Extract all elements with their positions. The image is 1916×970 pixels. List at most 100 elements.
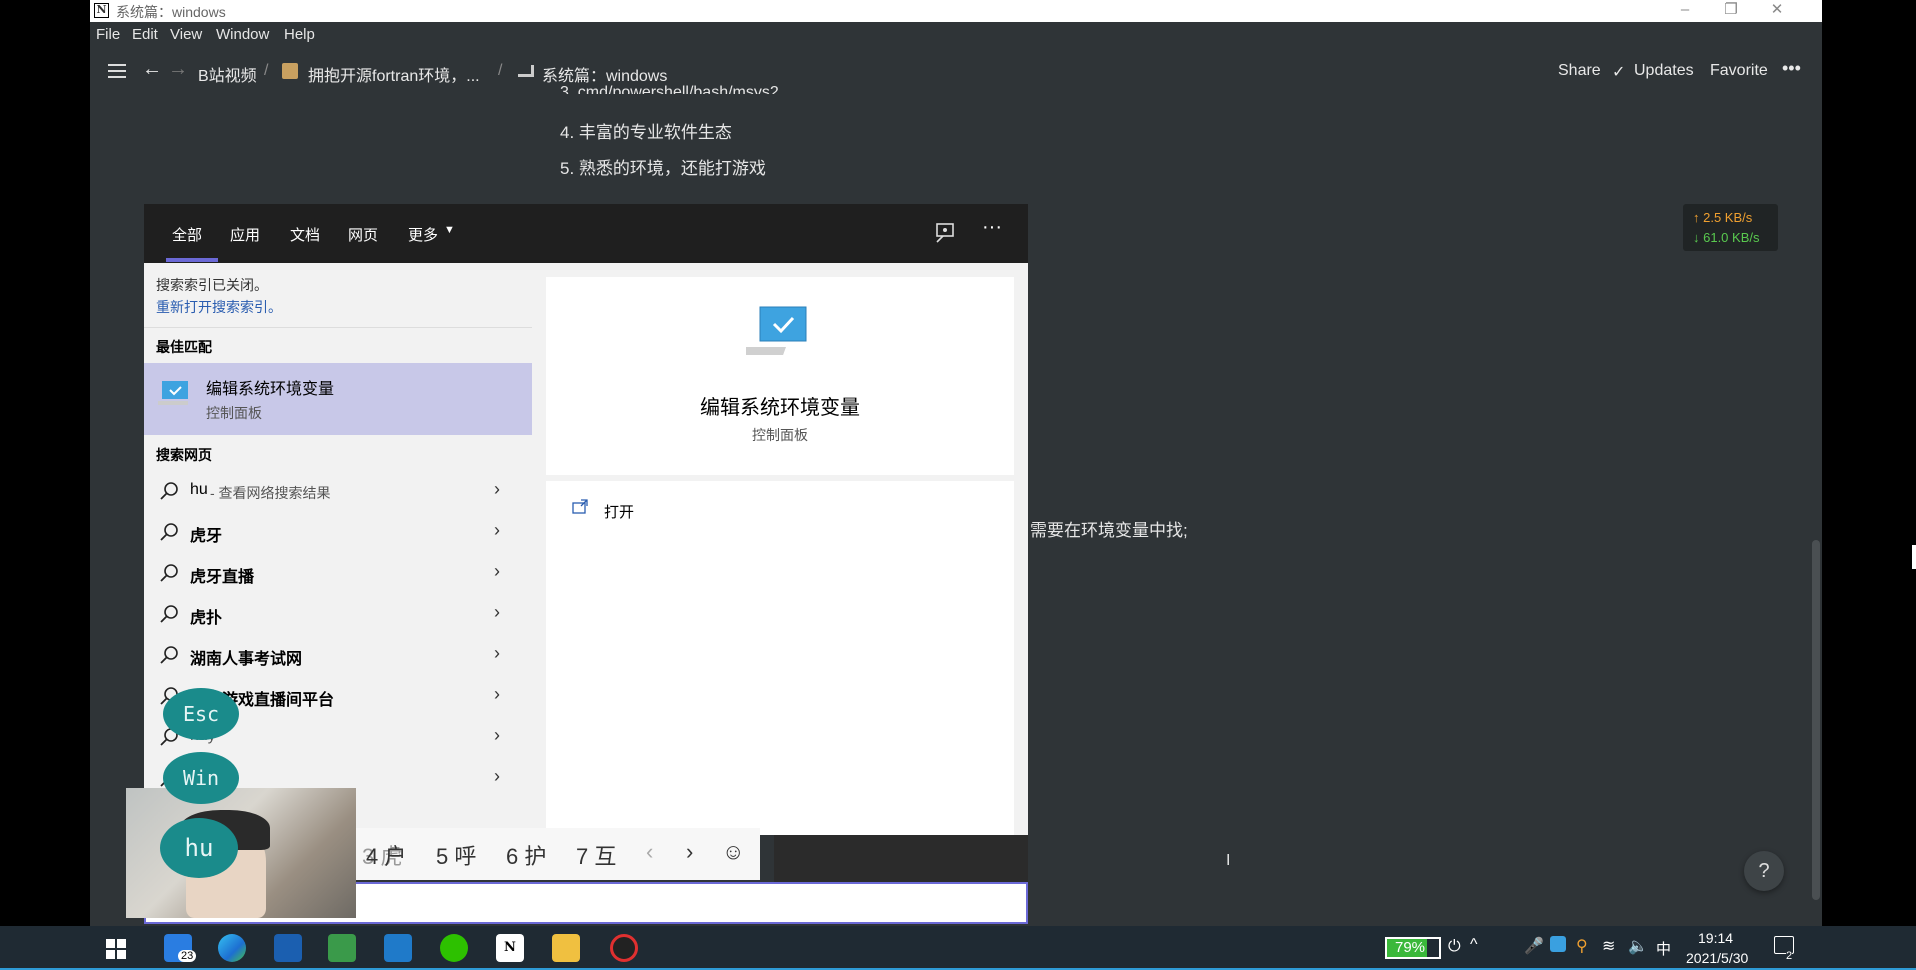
ime-candidate[interactable]: 4 户 — [366, 839, 406, 871]
ime-candidate[interactable]: 7 互 — [576, 839, 616, 871]
search-icon — [160, 605, 178, 623]
share-button[interactable]: Share — [1558, 62, 1601, 80]
tab-apps[interactable]: 应用 — [230, 224, 260, 245]
clock-date[interactable]: 2021/5/30 — [1686, 950, 1748, 966]
updates-button[interactable]: Updates — [1634, 62, 1694, 80]
clock-time[interactable]: 19:14 — [1698, 930, 1733, 946]
network-speed-widget: ↑ 2.5 KB/s ↓ 61.0 KB/s — [1683, 204, 1778, 251]
close-button[interactable]: ✕ — [1754, 0, 1800, 22]
ime-prev-page-icon[interactable]: ‹ — [646, 839, 653, 865]
back-arrow-icon[interactable]: ← — [142, 58, 162, 81]
title-bar: N 系统篇：windows – ❐ ✕ — [90, 0, 1822, 22]
minimize-button[interactable]: – — [1662, 0, 1708, 22]
sidebar-toggle-icon[interactable] — [108, 63, 126, 79]
menu-file[interactable]: File — [96, 26, 120, 43]
editor-app-icon[interactable] — [328, 934, 356, 962]
paragraph-text[interactable]: 需要在环境变量中找; — [1030, 516, 1188, 541]
web-result-row[interactable]: hu - 查看网络搜索结果 › — [144, 471, 532, 511]
upload-speed: ↑ 2.5 KB/s — [1693, 210, 1753, 225]
screen-recorder-icon[interactable] — [610, 934, 638, 962]
battery-indicator[interactable]: 79% — [1385, 937, 1441, 959]
scrollbar[interactable] — [1812, 540, 1820, 900]
preview-card: 编辑系统环境变量 控制面板 — [546, 277, 1014, 475]
chevron-right-icon: › — [494, 684, 500, 704]
best-match-title: 编辑系统环境变量 — [206, 381, 335, 398]
search-icon — [160, 564, 178, 582]
download-speed: ↓ 61.0 KB/s — [1693, 230, 1760, 245]
more-options-icon[interactable]: ··· — [982, 216, 1002, 239]
taskbar: 23 N 79% ⏻ ^ 🎤 ⚲ ≋ 🔈 中 19:14 2021/5/30 2 — [0, 926, 1916, 970]
help-button[interactable]: ? — [1744, 851, 1784, 891]
tab-documents[interactable]: 文档 — [290, 224, 320, 245]
search-results-list: 搜索索引已关闭。 重新打开搜索索引。 最佳匹配 编辑系统环境变量 控制面板 搜索… — [144, 263, 532, 835]
menu-view[interactable]: View — [170, 26, 202, 43]
file-explorer-icon[interactable] — [552, 934, 580, 962]
restore-button[interactable]: ❐ — [1708, 0, 1754, 22]
wechat-icon[interactable] — [440, 934, 468, 962]
breadcrumb-bilibili[interactable]: B站视频 — [198, 62, 257, 86]
check-icon: ✓ — [1612, 64, 1626, 81]
notion-app-icon[interactable]: N — [496, 934, 524, 962]
todo-badge: 23 — [178, 950, 197, 962]
powershell-icon[interactable] — [274, 934, 302, 962]
search-icon — [160, 646, 178, 664]
windows-start-icon[interactable] — [106, 939, 126, 959]
preview-subtitle: 控制面板 — [752, 427, 808, 443]
search-icon — [160, 523, 178, 541]
ime-mode-indicator[interactable]: 中 — [1656, 938, 1671, 959]
menu-help[interactable]: Help — [284, 26, 315, 43]
list-item[interactable]: 5. 熟悉的环境，还能打游戏 — [560, 154, 766, 179]
plug-icon: ⏻ — [1448, 938, 1461, 955]
notification-count: 2 — [1786, 950, 1793, 962]
breadcrumb-current[interactable]: 系统篇：windows — [542, 62, 667, 86]
tab-all[interactable]: 全部 — [172, 224, 202, 245]
best-match-subtitle: 控制面板 — [206, 405, 262, 421]
list-item[interactable]: 4. 丰富的专业软件生态 — [560, 118, 732, 143]
web-suggestion-row[interactable]: 湖南人事考试网 › — [144, 635, 532, 675]
feedback-icon[interactable] — [934, 222, 956, 244]
tab-more[interactable]: 更多 — [408, 224, 438, 245]
emoji-icon[interactable]: ☺ — [722, 839, 744, 865]
tab-web[interactable]: 网页 — [348, 224, 378, 245]
screen-edge-marker — [1912, 545, 1916, 569]
web-suggestion-row[interactable]: 虎牙 › — [144, 512, 532, 552]
microphone-icon[interactable]: 🎤 — [1524, 936, 1544, 956]
volume-icon[interactable]: 🔈 — [1628, 936, 1648, 956]
notion-logo-icon: N — [94, 3, 109, 18]
best-match-heading: 最佳匹配 — [156, 339, 212, 355]
computer-icon — [158, 381, 188, 405]
chevron-right-icon: › — [494, 602, 500, 622]
vscode-icon[interactable] — [384, 934, 412, 962]
open-icon — [572, 499, 588, 514]
window-title: 系统篇：windows — [116, 4, 226, 20]
tray-app-icon[interactable] — [1550, 936, 1566, 952]
best-match-item[interactable]: 编辑系统环境变量 控制面板 — [144, 363, 532, 435]
open-action[interactable]: 打开 — [604, 501, 634, 522]
tray-search-icon[interactable]: ⚲ — [1576, 936, 1588, 956]
chevron-right-icon: › — [494, 561, 500, 581]
menu-window[interactable]: Window — [216, 26, 269, 43]
menu-edit[interactable]: Edit — [132, 26, 158, 43]
chevron-right-icon: › — [494, 520, 500, 540]
ime-next-page-icon[interactable]: › — [686, 839, 693, 865]
breadcrumb-fortran[interactable]: 拥抱开源fortran环境，... — [308, 62, 480, 86]
favorite-button[interactable]: Favorite — [1710, 62, 1768, 80]
more-options-button[interactable]: ••• — [1782, 58, 1801, 79]
chevron-right-icon: › — [494, 643, 500, 663]
web-suggestion-row[interactable]: 虎扑 › — [144, 594, 532, 634]
web-search-heading: 搜索网页 — [156, 447, 212, 463]
ime-candidate[interactable]: 6 护 — [506, 839, 546, 871]
computer-large-icon — [746, 306, 807, 355]
reopen-index-link[interactable]: 重新打开搜索索引。 — [156, 297, 282, 317]
web-suggestion-row[interactable]: 虎牙直播 › — [144, 553, 532, 593]
preview-title: 编辑系统环境变量 — [700, 397, 860, 419]
forward-arrow-icon[interactable]: → — [168, 58, 188, 81]
result-preview-pane: 编辑系统环境变量 控制面板 打开 — [532, 263, 1028, 835]
actions-card: 打开 — [546, 481, 1014, 835]
ime-candidate[interactable]: 5 呼 — [436, 839, 476, 871]
wifi-icon[interactable]: ≋ — [1602, 936, 1615, 956]
keypress-win: Win — [163, 752, 239, 804]
chevron-up-icon[interactable]: ^ — [1470, 936, 1478, 954]
edge-browser-icon[interactable] — [218, 934, 246, 962]
search-icon — [160, 482, 178, 500]
